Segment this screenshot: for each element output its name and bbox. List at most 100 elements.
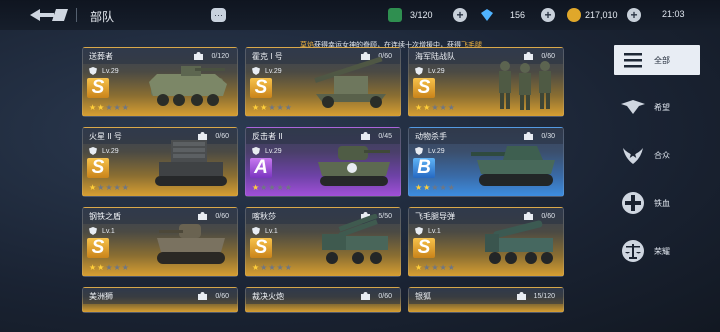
unit-card[interactable]: 霍克 I 号 0/60 Lv.29 S ★★★★★	[245, 47, 401, 117]
sidebar-item-hope[interactable]: 希望	[620, 92, 700, 122]
page-title: 部队	[90, 10, 115, 24]
fragment-count: 0/60	[361, 292, 392, 300]
chat-bubble-icon[interactable]: ···	[211, 8, 226, 22]
unit-name: 霍克 I 号	[252, 52, 283, 61]
sidebar-item-label: 希望	[654, 102, 670, 112]
star-rating: ★★★★★	[89, 263, 130, 272]
flag-icon	[388, 8, 402, 22]
grade-badge: S	[87, 238, 109, 258]
shield-icon	[252, 67, 260, 75]
unit-name: 飞毛腿导弹	[415, 212, 455, 221]
add-flag-button[interactable]: +	[453, 8, 467, 22]
unit-name: 送葬者	[89, 52, 113, 61]
shield-icon	[415, 227, 423, 235]
shield-icon	[252, 227, 260, 235]
grade-badge: S	[87, 78, 109, 98]
puzzle-icon	[361, 292, 371, 300]
star-rating: ★★★★★	[252, 103, 293, 112]
missile-launcher-icon	[485, 220, 553, 264]
star-rating: ★★★★★	[89, 183, 130, 192]
unit-level: Lv.1	[415, 227, 441, 235]
eagle-emblem-icon	[621, 100, 645, 114]
artillery-gun-icon	[314, 56, 386, 108]
unit-card[interactable]: 动物杀手 0/30 Lv.29 B ★★★★★	[408, 127, 564, 197]
sidebar-item-label: 铁血	[654, 198, 670, 208]
sidebar-item-all[interactable]: 全部	[614, 45, 700, 75]
add-diamond-button[interactable]: +	[541, 8, 555, 22]
unit-name: 反击者 II	[252, 132, 283, 141]
puzzle-icon	[516, 292, 526, 300]
diamond-icon	[481, 9, 493, 21]
heavy-tank-icon	[471, 146, 555, 186]
iron-cross-emblem-icon	[622, 192, 644, 214]
light-tank-icon	[157, 224, 225, 264]
flag-resource-value: 3/120	[410, 10, 433, 20]
unit-card[interactable]: 喀秋莎 5/50 Lv.1 S ★★★★★	[245, 207, 401, 277]
shield-icon	[415, 147, 423, 155]
sidebar-item-iron[interactable]: 铁血	[620, 188, 700, 218]
shield-icon	[89, 227, 97, 235]
unit-name: 火星 II 号	[89, 132, 122, 141]
diamond-resource: 156	[480, 7, 525, 23]
unit-level: Lv.1	[252, 227, 278, 235]
armored-vehicle-icon	[149, 66, 227, 106]
scales-emblem-icon	[622, 240, 644, 262]
shield-icon	[415, 67, 423, 75]
clock: 21:03	[662, 9, 685, 19]
star-wings-emblem-icon	[623, 148, 643, 164]
unit-name: 银狐	[415, 292, 431, 301]
sidebar-item-label: 合众	[654, 150, 670, 160]
unit-level: Lv.29	[415, 147, 445, 155]
menu-lines-icon	[624, 53, 642, 68]
star-rating: ★★★★★	[252, 183, 293, 192]
unit-level: Lv.29	[89, 147, 119, 155]
star-rating: ★★★★★	[415, 183, 456, 192]
shield-icon	[252, 147, 260, 155]
unit-card[interactable]: 火星 II 号 0/60 Lv.29 S ★★★★★	[82, 127, 238, 197]
grade-badge: S	[250, 78, 272, 98]
sidebar-item-label: 荣耀	[654, 246, 670, 256]
grade-badge: S	[87, 158, 109, 178]
unit-name: 海军陆战队	[415, 52, 455, 61]
unit-level: Lv.29	[252, 147, 282, 155]
sidebar-item-label: 全部	[654, 55, 670, 65]
grade-badge: S	[250, 238, 272, 258]
unit-card[interactable]: 钢铁之盾 0/60 Lv.1 S ★★★★★	[82, 207, 238, 277]
unit-level: Lv.1	[89, 227, 115, 235]
add-coin-button[interactable]: +	[627, 8, 641, 22]
fragment-count: 0/60	[198, 292, 229, 300]
unit-name: 喀秋莎	[252, 212, 276, 221]
unit-name: 钢铁之盾	[89, 212, 121, 221]
puzzle-icon	[198, 292, 208, 300]
flag-resource: 3/120	[388, 7, 433, 23]
star-rating: ★★★★★	[415, 263, 456, 272]
unit-card[interactable]: 美洲狮 0/60	[82, 287, 238, 313]
coin-resource: 217,010	[567, 7, 618, 23]
unit-card[interactable]: 海军陆战队 0/60 Lv.29 S ★★★★★	[408, 47, 564, 117]
back-arrow-icon[interactable]	[30, 7, 68, 23]
top-bar: 部队 ··· 3/120 + 156 + 217,010 + 21:03	[0, 0, 720, 30]
fragment-count: 15/120	[516, 292, 555, 300]
diamond-resource-value: 156	[510, 10, 526, 20]
star-rating: ★★★★★	[415, 103, 456, 112]
unit-card[interactable]: 送葬者 0/120 Lv.29 S ★★★★★	[82, 47, 238, 117]
star-rating: ★★★★★	[252, 263, 293, 272]
unit-card[interactable]: 飞毛腿导弹 0/60 Lv.1 S ★★★★★	[408, 207, 564, 277]
shield-icon	[89, 147, 97, 155]
coin-resource-value: 217,010	[585, 10, 618, 20]
grade-badge: B	[413, 158, 435, 178]
unit-card[interactable]: 银狐 15/120	[408, 287, 564, 313]
unit-name: 裁决火炮	[252, 292, 284, 301]
unit-card[interactable]: 反击者 II 0/45 Lv.29 A ★★★★★	[245, 127, 401, 197]
star-rating: ★★★★★	[89, 103, 130, 112]
soldiers-icon	[499, 61, 551, 110]
grade-badge: A	[250, 158, 272, 178]
sidebar-item-glory[interactable]: 荣耀	[620, 236, 700, 266]
shield-icon	[89, 67, 97, 75]
unit-level: Lv.29	[415, 67, 445, 75]
unit-level: Lv.29	[89, 67, 119, 75]
sidebar-item-union[interactable]: 合众	[620, 140, 700, 170]
unit-level: Lv.29	[252, 67, 282, 75]
unit-card[interactable]: 裁决火炮 0/60	[245, 287, 401, 313]
unit-name: 动物杀手	[415, 132, 447, 141]
